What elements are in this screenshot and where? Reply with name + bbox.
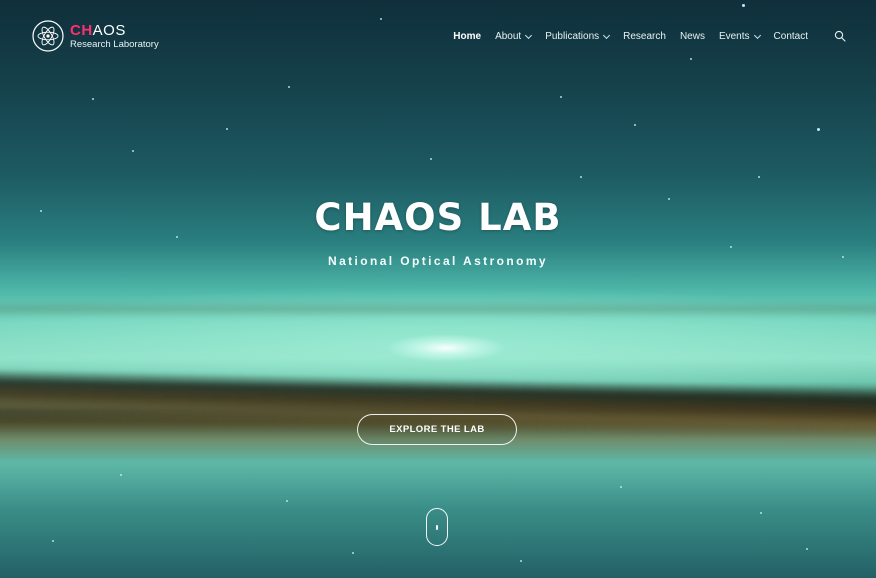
explore-lab-button[interactable]: EXPLORE THE LAB [357,414,517,445]
star [806,548,808,550]
logo-wordmark: CHAOS [70,21,126,39]
nav-item-home[interactable]: Home [453,31,481,42]
star [52,540,54,542]
star [520,560,522,562]
galaxy-haze [0,300,876,318]
chevron-down-icon [603,31,611,39]
star [730,246,732,248]
site-logo[interactable]: CHAOS Research Laboratory [32,20,159,52]
star [560,96,562,98]
hero-title: CHAOS LAB [314,196,562,239]
atom-logo-icon [32,20,64,52]
star [758,176,760,178]
star [132,150,134,152]
star [760,512,762,514]
star [120,474,122,476]
chevron-down-icon [753,31,761,39]
star [580,176,582,178]
mouse-scroll-icon[interactable] [426,508,448,546]
site-header: CHAOS Research Laboratory Home About Pub… [0,0,876,72]
hero-section: CHAOS Research Laboratory Home About Pub… [0,0,876,578]
search-icon[interactable] [834,30,846,42]
nav-item-research[interactable]: Research [623,31,666,42]
chevron-down-icon [525,31,533,39]
star [92,98,94,100]
nav-item-events[interactable]: Events [719,31,761,42]
star [817,128,820,131]
star [620,486,622,488]
hero-subtitle: National Optical Astronomy [328,254,548,268]
star [288,86,290,88]
star [286,500,288,502]
nav-item-about[interactable]: About [495,31,533,42]
scroll-wheel-indicator [436,525,438,530]
star [634,124,636,126]
nav-item-contact[interactable]: Contact [774,31,808,42]
logo-tagline: Research Laboratory [70,38,159,50]
main-nav: Home About Publications Research News Ev… [453,30,846,42]
nav-item-publications[interactable]: Publications [545,31,611,42]
star [226,128,228,130]
star [352,552,354,554]
starfield [0,0,876,578]
nav-item-news[interactable]: News [680,31,705,42]
star [430,158,432,160]
